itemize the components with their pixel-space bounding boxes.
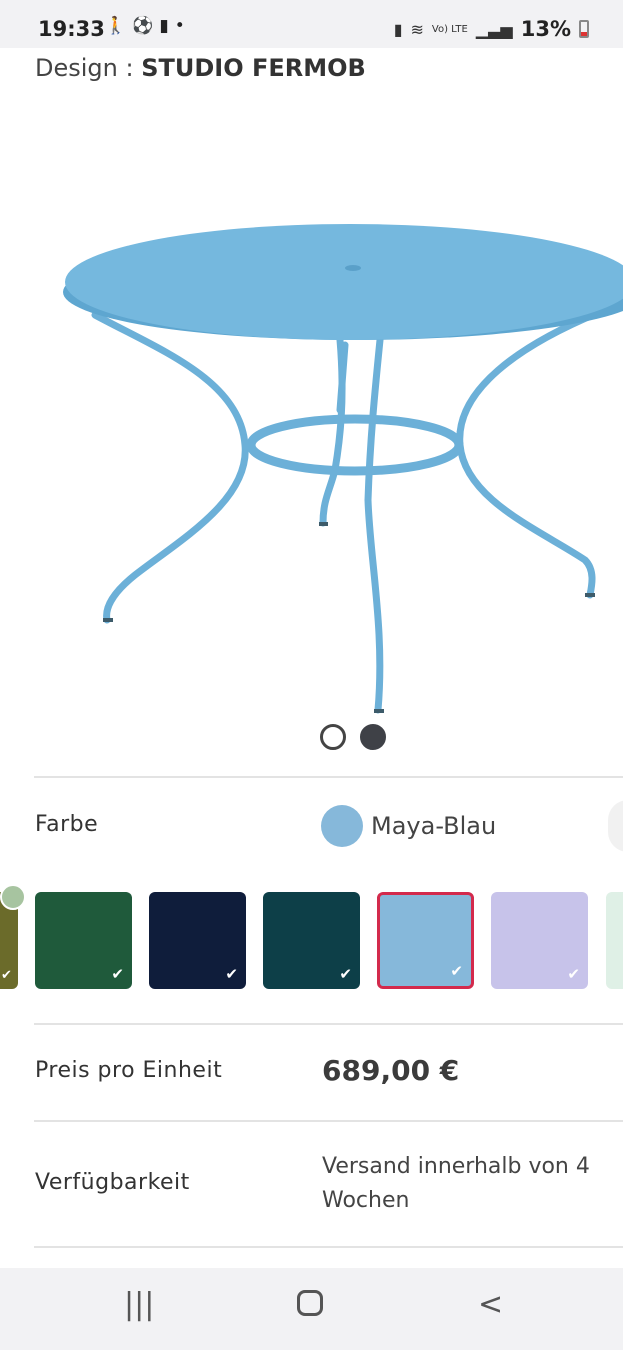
recents-button[interactable]: ||| — [124, 1290, 154, 1320]
check-icon: ✔ — [225, 965, 238, 983]
designer-line: Design : STUDIO FERMOB — [35, 54, 366, 82]
selected-color-dot — [321, 805, 363, 847]
carousel-dot-1[interactable] — [320, 724, 346, 750]
divider — [34, 1246, 623, 1248]
divider — [34, 1023, 623, 1025]
designer-name: STUDIO FERMOB — [141, 54, 366, 82]
product-image[interactable] — [40, 200, 623, 720]
swatch-indicator-dot — [0, 884, 26, 910]
designer-prefix: Design : — [35, 54, 142, 82]
color-swatch-selected[interactable]: ✔ — [377, 892, 474, 989]
signal-icon: ▁▃▅ — [475, 19, 513, 39]
price-value: 689,00 € — [322, 1054, 460, 1087]
carousel-dots — [320, 724, 386, 750]
divider — [34, 776, 623, 778]
alert-icon: ▮ — [159, 16, 169, 36]
dot-icon: • — [174, 16, 185, 36]
battery-percent: 13% — [520, 17, 571, 41]
color-swatch[interactable]: ✔ — [263, 892, 360, 989]
check-icon: ✔ — [450, 962, 463, 980]
selected-color-name: Maya-Blau — [371, 812, 497, 840]
status-time: 19:33 — [38, 17, 105, 41]
availability-label: Verfügbarkeit — [35, 1170, 190, 1195]
check-icon: ✔ — [111, 965, 124, 983]
color-label: Farbe — [35, 812, 99, 837]
divider — [34, 1120, 623, 1122]
check-icon: ✔ — [1, 968, 12, 983]
status-system-icons: ▮ ≋ Vo) LTE ▁▃▅ 13% — [394, 17, 589, 41]
home-icon — [297, 1290, 323, 1316]
network-label: Vo) LTE — [431, 23, 468, 35]
carousel-dot-2[interactable] — [360, 724, 386, 750]
soccer-icon: ⚽ — [132, 16, 154, 36]
status-notification-icons: 🚶 ⚽ ▮ • — [105, 18, 185, 35]
walking-icon: 🚶 — [105, 16, 127, 36]
home-button[interactable] — [297, 1290, 323, 1322]
back-button[interactable]: < — [478, 1290, 503, 1320]
price-label: Preis pro Einheit — [35, 1058, 223, 1083]
selected-color: Maya-Blau — [321, 805, 496, 847]
color-swatch[interactable]: ✔ — [149, 892, 246, 989]
color-swatch-partial[interactable] — [606, 892, 623, 989]
status-bar: 19:33 🚶 ⚽ ▮ • ▮ ≋ Vo) LTE ▁▃▅ 13% — [0, 0, 623, 48]
battery-icon — [579, 20, 589, 38]
wifi-icon: ≋ — [410, 19, 424, 39]
sim-icon: ▮ — [393, 19, 403, 39]
color-swatch[interactable]: ✔ — [35, 892, 132, 989]
availability-value: Versand innerhalb von 4 Wochen — [322, 1154, 590, 1213]
color-expand-button[interactable] — [608, 800, 623, 852]
check-icon: ✔ — [567, 965, 580, 983]
check-icon: ✔ — [339, 965, 352, 983]
system-nav-bar: ||| < — [0, 1268, 623, 1350]
color-swatch[interactable]: ✔ — [491, 892, 588, 989]
